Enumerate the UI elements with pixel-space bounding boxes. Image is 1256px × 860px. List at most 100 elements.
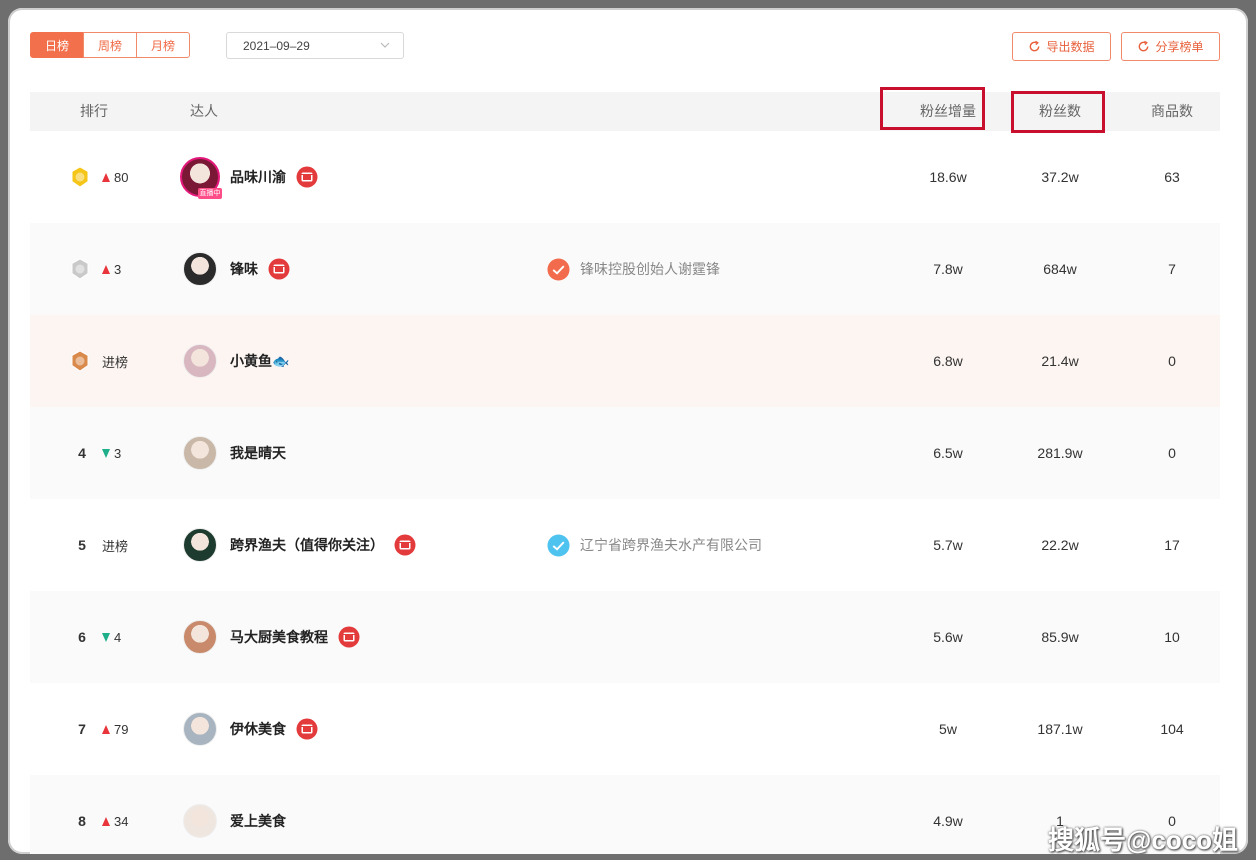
verification-info: 锋味控股创始人谢霆锋 (547, 223, 720, 315)
products-value: 17 (1164, 537, 1180, 553)
table-row[interactable]: 7 79 伊休美食 5w 187.1w 104 (30, 683, 1220, 775)
fan-growth-value: 7.8w (933, 261, 963, 277)
rank-number: 8 (78, 813, 86, 829)
products-value: 10 (1164, 629, 1180, 645)
rank-change-value: 4 (114, 629, 122, 645)
avatar[interactable] (183, 528, 217, 562)
verification-text: 辽宁省跨界渔夫水产有限公司 (580, 537, 762, 553)
influencer-name-text: 跨界渔夫（值得你关注） (230, 537, 384, 553)
verified-check-icon (547, 533, 570, 557)
table-row[interactable]: 4 3 我是晴天 6.5w 281.9w 0 (30, 407, 1220, 499)
table-row[interactable]: 5 进榜 跨界渔夫（值得你关注） 辽宁省跨界渔夫水产有限公司 5.7w 22.2w 17 (30, 499, 1220, 591)
header-rank: 排行 (80, 103, 108, 119)
influencer-name[interactable]: 品味川渝 (230, 131, 318, 223)
influencer-name-text: 马大厨美食教程 (230, 629, 328, 645)
verification-info: 辽宁省跨界渔夫水产有限公司 (547, 499, 762, 591)
table-row[interactable]: 进榜 小黄鱼🐟 6.8w 21.4w 0 (30, 315, 1220, 407)
rank-change-value: 3 (114, 445, 122, 461)
table-row[interactable]: 6 4 马大厨美食教程 5.6w 85.9w 10 (30, 591, 1220, 683)
tab-weekly[interactable]: 周榜 (83, 32, 137, 58)
date-value: 2021–09–29 (243, 38, 310, 53)
refresh-icon (1139, 40, 1149, 52)
fan-growth-value: 5.6w (933, 629, 963, 645)
fan-growth-value: 5w (939, 721, 957, 737)
table-row[interactable]: 3 锋味 锋味控股创始人谢霆锋 7.8w 684w 7 (30, 223, 1220, 315)
fans-value: 21.4w (1041, 353, 1079, 369)
products-value: 104 (1160, 721, 1184, 737)
arrow-down-icon (102, 448, 110, 458)
arrow-up-icon (102, 816, 110, 826)
export-label: 导出数据 (1046, 40, 1095, 54)
rank-number: 5 (78, 537, 86, 553)
shop-icon[interactable] (268, 258, 290, 280)
gold-medal-icon (70, 131, 92, 223)
rank-change-value: 79 (114, 721, 129, 737)
influencer-name[interactable]: 跨界渔夫（值得你关注） (230, 499, 416, 591)
influencer-name[interactable]: 我是晴天 (230, 407, 286, 499)
rank-number: 7 (78, 721, 86, 737)
arrow-up-icon (102, 172, 110, 182)
influencer-name[interactable]: 爱上美食 (230, 775, 286, 854)
table-row[interactable]: 80 直播中 品味川渝 18.6w 37.2w 63 (30, 131, 1220, 223)
verification-text: 锋味控股创始人谢霆锋 (580, 261, 720, 277)
annotation-box-fan-growth (880, 87, 985, 130)
share-list-button[interactable]: 分享榜单 (1121, 32, 1220, 61)
rank-change: 进榜 (102, 499, 128, 591)
header-products[interactable]: 商品数 (1151, 92, 1193, 131)
fans-value: 281.9w (1037, 445, 1083, 461)
rank-change: 34 (102, 775, 128, 854)
fans-value: 85.9w (1041, 629, 1079, 645)
rank-change-value: 进榜 (102, 538, 129, 554)
shop-icon[interactable] (296, 718, 318, 740)
rank-number: 4 (78, 445, 86, 461)
fans-value: 187.1w (1037, 721, 1083, 737)
fans-value: 22.2w (1041, 537, 1079, 553)
fans-value: 37.2w (1041, 169, 1079, 185)
influencer-name-text: 爱上美食 (230, 813, 286, 829)
rank-change: 79 (102, 683, 128, 775)
period-tabs: 日榜 周榜 月榜 (30, 32, 190, 58)
live-badge: 直播中 (198, 188, 222, 199)
products-value: 63 (1164, 169, 1180, 185)
avatar[interactable] (183, 712, 217, 746)
table-row[interactable]: 8 34 爱上美食 4.9w 1 0 (30, 775, 1220, 854)
shop-icon[interactable] (338, 626, 360, 648)
products-value: 0 (1168, 445, 1176, 461)
influencer-name[interactable]: 小黄鱼🐟 (230, 315, 289, 407)
rank-change-value: 3 (114, 261, 122, 277)
fan-growth-value: 4.9w (933, 813, 963, 829)
influencer-name[interactable]: 伊休美食 (230, 683, 318, 775)
shop-icon[interactable] (296, 166, 318, 188)
fan-growth-value: 18.6w (929, 169, 967, 185)
tab-monthly[interactable]: 月榜 (136, 32, 190, 58)
products-value: 7 (1168, 261, 1176, 277)
avatar[interactable] (183, 620, 217, 654)
verified-check-icon (547, 257, 570, 281)
chevron-down-icon (380, 42, 390, 48)
rank-number: 6 (78, 629, 86, 645)
influencer-name[interactable]: 马大厨美食教程 (230, 591, 360, 683)
influencer-name-text: 伊休美食 (230, 721, 286, 737)
annotation-box-fans (1011, 91, 1105, 133)
shop-icon[interactable] (394, 534, 416, 556)
arrow-up-icon (102, 264, 110, 274)
export-data-button[interactable]: 导出数据 (1012, 32, 1111, 61)
avatar[interactable] (183, 436, 217, 470)
rank-change-value: 80 (114, 169, 129, 185)
influencer-name[interactable]: 锋味 (230, 223, 290, 315)
avatar[interactable] (183, 804, 217, 838)
avatar[interactable] (183, 252, 217, 286)
rank-change: 4 (102, 591, 121, 683)
fan-growth-value: 6.5w (933, 445, 963, 461)
fan-growth-value: 6.8w (933, 353, 963, 369)
tab-daily[interactable]: 日榜 (30, 32, 84, 58)
refresh-icon (1030, 40, 1040, 52)
fan-growth-value: 5.7w (933, 537, 963, 553)
app-window: 日榜 周榜 月榜 2021–09–29 导出数据 分享榜单 排行 达人 粉丝增量… (8, 8, 1248, 854)
avatar[interactable] (183, 344, 217, 378)
influencer-name-text: 锋味 (230, 261, 258, 277)
date-picker[interactable]: 2021–09–29 (226, 32, 404, 59)
watermark: 搜狐号@coco姐 (1048, 825, 1239, 854)
products-value: 0 (1168, 353, 1176, 369)
header-influencer: 达人 (190, 103, 218, 119)
